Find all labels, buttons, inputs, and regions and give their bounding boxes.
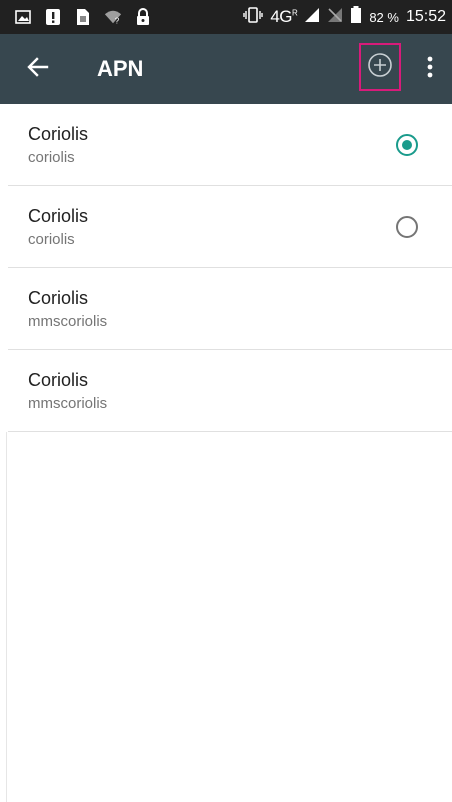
alert-icon (44, 8, 62, 26)
apn-name: Coriolis (28, 288, 89, 308)
apn-list-item[interactable]: Coriolis mmscoriolis (8, 350, 452, 432)
more-vertical-icon (427, 56, 433, 83)
back-button[interactable] (22, 53, 54, 85)
apn-radio[interactable] (396, 216, 418, 238)
status-time: 15:52 (405, 8, 446, 25)
apn-list: Coriolis coriolis Coriolis coriolis Cori… (8, 104, 452, 432)
wifi-question-icon: ? (104, 8, 122, 26)
sim-icon (74, 8, 92, 26)
status-system: 4GR 82 % 15:52 (243, 6, 446, 28)
arrow-back-icon (27, 56, 49, 83)
apn-value: coriolis (28, 231, 75, 248)
lock-icon (134, 8, 152, 26)
apn-name: Coriolis (28, 124, 89, 144)
status-notifications: ? (14, 7, 152, 27)
signal-icon (304, 7, 320, 27)
network-type: 4GR (270, 7, 298, 26)
apn-value: mmscoriolis (28, 313, 108, 330)
battery-icon (350, 6, 362, 28)
picture-icon (14, 8, 32, 26)
apn-list-item[interactable]: Coriolis mmscoriolis (8, 268, 452, 350)
add-circle-icon (367, 52, 393, 83)
apn-list-item[interactable]: Coriolis coriolis (8, 104, 452, 186)
app-bar: APN (0, 34, 452, 104)
apn-value: coriolis (28, 149, 75, 166)
battery-percent: 82 % (369, 9, 399, 25)
more-options-button[interactable] (418, 54, 442, 84)
add-apn-button[interactable] (359, 43, 401, 91)
vibrate-icon (243, 7, 264, 27)
apn-name: Coriolis (28, 206, 89, 226)
apn-name: Coriolis (28, 370, 89, 390)
page-title: APN (97, 56, 144, 81)
divider (6, 432, 7, 802)
svg-text:?: ? (115, 16, 120, 25)
apn-radio-selected[interactable] (396, 134, 418, 156)
no-sim-icon (327, 7, 343, 27)
apn-list-item[interactable]: Coriolis coriolis (8, 186, 452, 268)
apn-value: mmscoriolis (28, 395, 108, 412)
status-bar: ? 4GR 82 % 15:52 (0, 0, 452, 34)
